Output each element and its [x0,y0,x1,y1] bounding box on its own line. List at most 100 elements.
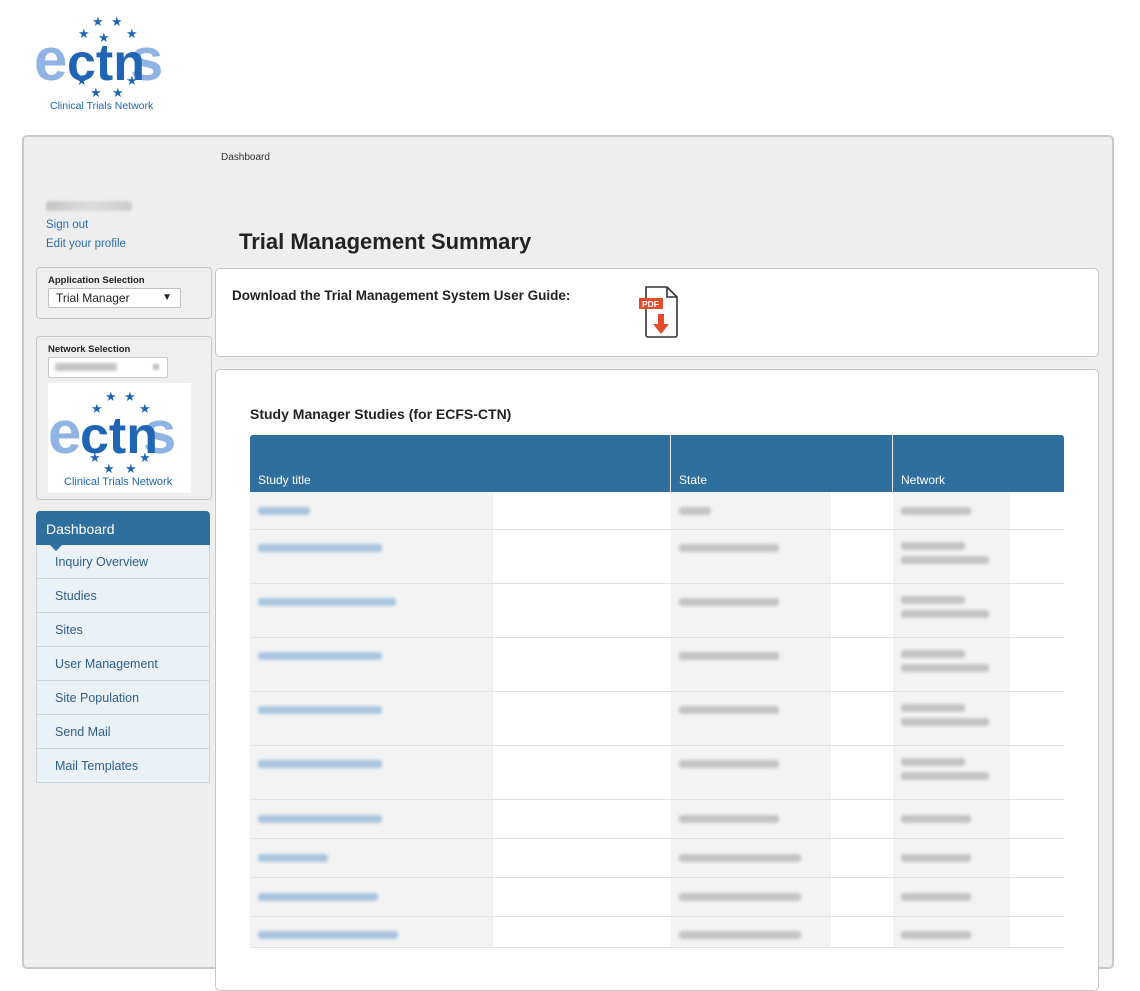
svg-text:★: ★ [111,15,123,30]
page-title: Trial Management Summary [239,229,532,254]
column-header-network[interactable]: Network [901,473,945,487]
column-header-state[interactable]: State [679,473,707,487]
svg-text:★: ★ [91,402,103,417]
network-redacted [901,596,965,604]
svg-text:★: ★ [78,27,90,42]
application-select[interactable]: Trial Manager ▼ [48,288,181,308]
nav-item-user-management[interactable]: User Management [36,647,210,681]
user-guide-text: Download the Trial Management System Use… [232,288,571,303]
table-row [250,492,1064,530]
chevron-down-icon: ▼ [162,292,172,303]
svg-text:★: ★ [105,390,117,405]
nav-item-send-mail[interactable]: Send Mail [36,715,210,749]
user-block: Sign out Edit your profile [46,201,132,254]
pdf-download-icon[interactable]: PDF [637,284,681,340]
user-name-redacted [46,201,132,211]
nav-dashboard[interactable]: Dashboard [36,511,210,551]
study-title-link-redacted[interactable] [258,893,378,901]
svg-text:★: ★ [76,74,88,89]
main-frame: Dashboard Sign out Edit your profile Tri… [22,135,1114,991]
study-title-link-redacted[interactable] [258,760,382,768]
state-redacted [679,760,779,768]
table-row [250,839,1064,878]
svg-text:★: ★ [139,451,151,466]
svg-text:★: ★ [90,86,102,101]
network-selection: Network Selection e s ctn ★ ★ ★ ★ ★ ★ ★ ★ Cl… [36,336,212,500]
network-redacted [901,758,965,766]
nav-item-site-population[interactable]: Site Population [36,681,210,715]
pdf-badge: PDF [642,299,659,309]
ecfs-ctn-logo: e s ctn ★ ★ ★ ★ ★ ★ ★ ★ ★ Clinical Trials Ne… [32,12,182,114]
state-redacted [679,507,711,515]
svg-text:★: ★ [125,462,137,477]
network-redacted [901,815,971,823]
network-redacted [901,931,971,939]
state-redacted [679,652,779,660]
network-logo: e s ctn ★ ★ ★ ★ ★ ★ ★ ★ Clinical Trials Netw… [48,383,191,493]
state-redacted [679,598,779,606]
study-title-link-redacted[interactable] [258,931,398,939]
edit-profile-link[interactable]: Edit your profile [46,235,132,254]
svg-text:e: e [34,26,67,93]
network-redacted [901,542,965,550]
network-redacted [901,854,971,862]
table-row [250,692,1064,746]
study-title-link-redacted[interactable] [258,652,382,660]
table-row [250,878,1064,917]
state-redacted [679,931,801,939]
studies-table: Study title State Network [250,435,1064,948]
network-select[interactable] [48,357,168,378]
svg-text:★: ★ [89,451,101,466]
chevron-down-icon [153,364,159,370]
breadcrumb: Dashboard [221,152,270,163]
state-redacted [679,893,801,901]
svg-text:e: e [48,399,81,466]
svg-text:★: ★ [126,27,138,42]
svg-text:★: ★ [124,390,136,405]
sidebar-nav: Dashboard Inquiry Overview Studies Sites… [36,511,210,783]
studies-table-header: Study title State Network [250,435,1064,492]
application-select-value: Trial Manager [56,291,130,305]
sign-out-link[interactable]: Sign out [46,216,132,235]
studies-title: Study Manager Studies (for ECFS-CTN) [250,406,512,422]
study-title-link-redacted[interactable] [258,598,396,606]
state-redacted [679,544,779,552]
study-title-link-redacted[interactable] [258,544,382,552]
network-redacted [901,893,971,901]
svg-text:★: ★ [139,402,151,417]
application-selection: Application Selection Trial Manager ▼ [36,267,212,319]
study-title-link-redacted[interactable] [258,706,382,714]
application-selection-label: Application Selection [48,275,145,286]
study-title-link-redacted[interactable] [258,815,382,823]
state-redacted [679,815,779,823]
studies-panel: Study Manager Studies (for ECFS-CTN) Stu… [215,369,1099,991]
network-select-value-redacted [55,363,117,371]
table-row [250,584,1064,638]
table-row [250,530,1064,584]
study-title-link-redacted[interactable] [258,854,328,862]
state-redacted [679,854,801,862]
svg-text:★: ★ [103,462,115,477]
table-row [250,746,1064,800]
nav-item-mail-templates[interactable]: Mail Templates [36,749,210,783]
nav-item-sites[interactable]: Sites [36,613,210,647]
state-redacted [679,706,779,714]
table-row [250,638,1064,692]
user-guide-panel: Download the Trial Management System Use… [215,268,1099,357]
network-redacted [901,650,965,658]
nav-item-inquiry-overview[interactable]: Inquiry Overview [36,545,210,579]
network-redacted [901,507,971,515]
table-row [250,917,1064,948]
column-header-study-title[interactable]: Study title [258,473,311,487]
network-logo-caption: Clinical Trials Network [64,476,173,488]
network-redacted [901,704,965,712]
nav-item-studies[interactable]: Studies [36,579,210,613]
svg-text:★: ★ [126,74,138,89]
logo-caption: Clinical Trials Network [50,100,154,112]
svg-text:★: ★ [98,31,110,46]
network-selection-label: Network Selection [48,344,131,355]
table-row [250,800,1064,839]
svg-text:★: ★ [112,86,124,101]
study-title-link-redacted[interactable] [258,507,310,515]
svg-text:★: ★ [92,15,104,30]
